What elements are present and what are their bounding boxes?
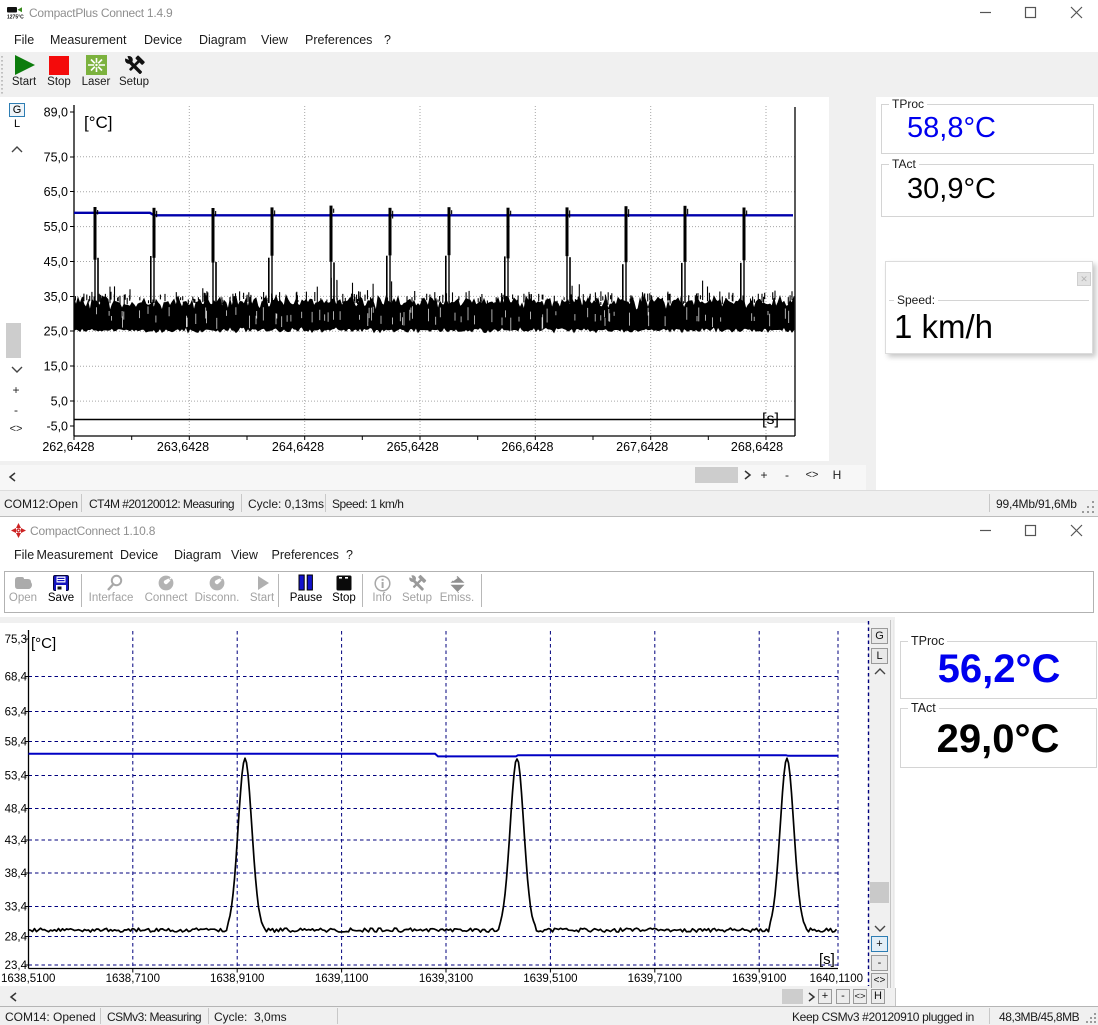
svg-text:263,6428: 263,6428 [157,440,209,454]
svg-text:1639,1100: 1639,1100 [315,973,369,985]
svg-text:68,4: 68,4 [5,672,28,684]
svg-text:23,4: 23,4 [5,960,28,972]
svg-text:1640,1100: 1640,1100 [809,973,863,985]
svg-text:-5,0: -5,0 [46,420,68,434]
svg-text:266,6428: 266,6428 [501,440,553,454]
svg-text:[°C]: [°C] [84,113,113,132]
svg-text:262,6428: 262,6428 [42,440,94,454]
svg-text:264,6428: 264,6428 [272,440,324,454]
svg-text:63,4: 63,4 [5,707,28,719]
svg-text:1639,3100: 1639,3100 [419,973,473,985]
svg-text:25,0: 25,0 [44,325,68,339]
svg-text:48,4: 48,4 [5,804,28,816]
svg-text:1638,9100: 1638,9100 [210,973,264,985]
svg-text:[s]: [s] [762,411,779,428]
svg-text:35,0: 35,0 [44,290,68,304]
svg-text:33,4: 33,4 [5,902,28,914]
svg-text:1639,9100: 1639,9100 [732,973,786,985]
svg-text:55,0: 55,0 [44,220,68,234]
svg-text:265,6428: 265,6428 [387,440,439,454]
svg-text:53,4: 53,4 [5,771,28,783]
svg-text:43,4: 43,4 [5,835,28,847]
svg-text:[s]: [s] [819,951,835,968]
svg-text:65,0: 65,0 [44,185,68,199]
svg-text:89,0: 89,0 [44,106,68,120]
svg-text:5,0: 5,0 [51,395,68,409]
svg-text:75,0: 75,0 [44,151,68,165]
svg-text:58,4: 58,4 [5,737,28,749]
svg-text:268,6428: 268,6428 [731,440,783,454]
svg-text:45,0: 45,0 [44,255,68,269]
svg-text:38,4: 38,4 [5,868,28,880]
svg-text:1275°C: 1275°C [7,15,24,21]
svg-text:1638,7100: 1638,7100 [106,973,160,985]
svg-text:1638,5100: 1638,5100 [1,973,55,985]
svg-text:1639,5100: 1639,5100 [523,973,577,985]
svg-text:15,0: 15,0 [44,360,68,374]
svg-text:28,4: 28,4 [5,932,28,944]
svg-text:75,3: 75,3 [5,634,27,646]
svg-text:267,6428: 267,6428 [616,440,668,454]
svg-text:[°C]: [°C] [31,635,56,652]
svg-text:1639,7100: 1639,7100 [628,973,682,985]
